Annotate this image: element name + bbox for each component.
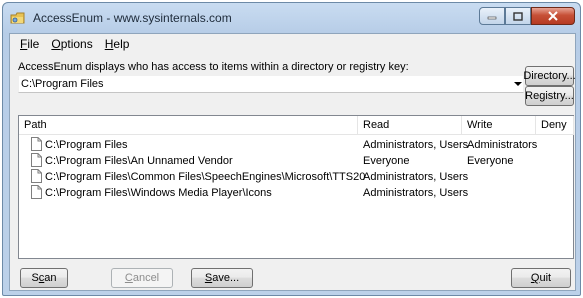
app-icon [10, 11, 26, 25]
client-area: File Options Help AccessEnum displays wh… [9, 33, 576, 291]
menu-bar: File Options Help [10, 34, 575, 53]
instruction-label: AccessEnum displays who has access to it… [18, 61, 409, 73]
column-header-write[interactable]: Write [462, 116, 536, 135]
column-header-read[interactable]: Read [358, 116, 462, 135]
chevron-down-icon[interactable] [514, 82, 522, 86]
file-icon [31, 185, 42, 199]
row-path: C:\Program Files\Windows Media Player\Ic… [45, 187, 272, 199]
row-path: C:\Program Files [45, 139, 128, 151]
close-icon [548, 11, 558, 21]
table-row[interactable]: C:\Program Files\Windows Media Player\Ic… [19, 185, 573, 201]
scan-button-label-pre: S [31, 272, 39, 284]
scan-button-label-post: an [44, 272, 57, 284]
file-icon [31, 169, 42, 183]
maximize-icon [513, 11, 523, 21]
quit-button[interactable]: Quit [511, 268, 571, 288]
row-write: Administrators [467, 139, 538, 151]
cancel-button[interactable]: Cancel [111, 268, 173, 288]
save-button-label: ave... [212, 272, 240, 284]
row-read: Administrators, Users [363, 171, 469, 183]
listview-header: Path Read Write Deny [19, 116, 574, 135]
row-read: Administrators, Users [363, 187, 469, 199]
row-read: Administrators, Users [363, 139, 469, 151]
caption-buttons [479, 7, 575, 26]
minimize-button[interactable] [479, 7, 505, 25]
menu-help-label: elp [113, 37, 130, 51]
path-combobox[interactable]: C:\Program Files [18, 75, 524, 93]
scan-button[interactable]: Sc an [20, 268, 68, 288]
app-window: AccessEnum - www.sysinternals.com File O… [2, 2, 581, 296]
column-header-path[interactable]: Path [19, 116, 358, 135]
file-icon [31, 137, 42, 151]
cancel-button-mnemonic: C [124, 272, 133, 284]
minimize-icon [487, 16, 497, 20]
title-bar[interactable]: AccessEnum - www.sysinternals.com [3, 3, 580, 33]
menu-options-mnemonic: O [51, 37, 61, 51]
menu-help[interactable]: Help [99, 34, 136, 53]
row-path: C:\Program Files\An Unnamed Vendor [45, 155, 233, 167]
table-row[interactable]: C:\Program Files\Common Files\SpeechEngi… [19, 169, 573, 185]
row-read: Everyone [363, 155, 410, 167]
cancel-button-label: ancel [132, 272, 160, 284]
results-listview[interactable]: Path Read Write Deny C:\Program Files Ad… [18, 115, 574, 259]
save-button-mnemonic: S [204, 272, 213, 284]
path-combobox-value: C:\Program Files [21, 78, 104, 90]
save-button[interactable]: Save... [191, 268, 253, 288]
window-title: AccessEnum - www.sysinternals.com [33, 11, 232, 25]
table-row[interactable]: C:\Program Files\An Unnamed Vendor Every… [19, 153, 573, 169]
directory-button[interactable]: Directory... [523, 66, 576, 86]
close-button[interactable] [531, 7, 575, 25]
menu-file-label: ile [27, 37, 40, 51]
file-icon [31, 153, 42, 167]
table-row[interactable]: C:\Program Files Administrators, Users A… [19, 137, 573, 153]
column-header-deny[interactable]: Deny [536, 116, 574, 135]
registry-button[interactable]: Registry... [525, 86, 574, 106]
quit-button-label: uit [539, 272, 552, 284]
menu-options-label: ptions [60, 37, 93, 51]
menu-options[interactable]: Options [45, 34, 98, 53]
maximize-button[interactable] [505, 7, 531, 25]
row-write: Everyone [467, 155, 514, 167]
quit-button-mnemonic: Q [530, 272, 540, 284]
row-path: C:\Program Files\Common Files\SpeechEngi… [45, 171, 366, 183]
menu-file[interactable]: File [14, 34, 45, 53]
